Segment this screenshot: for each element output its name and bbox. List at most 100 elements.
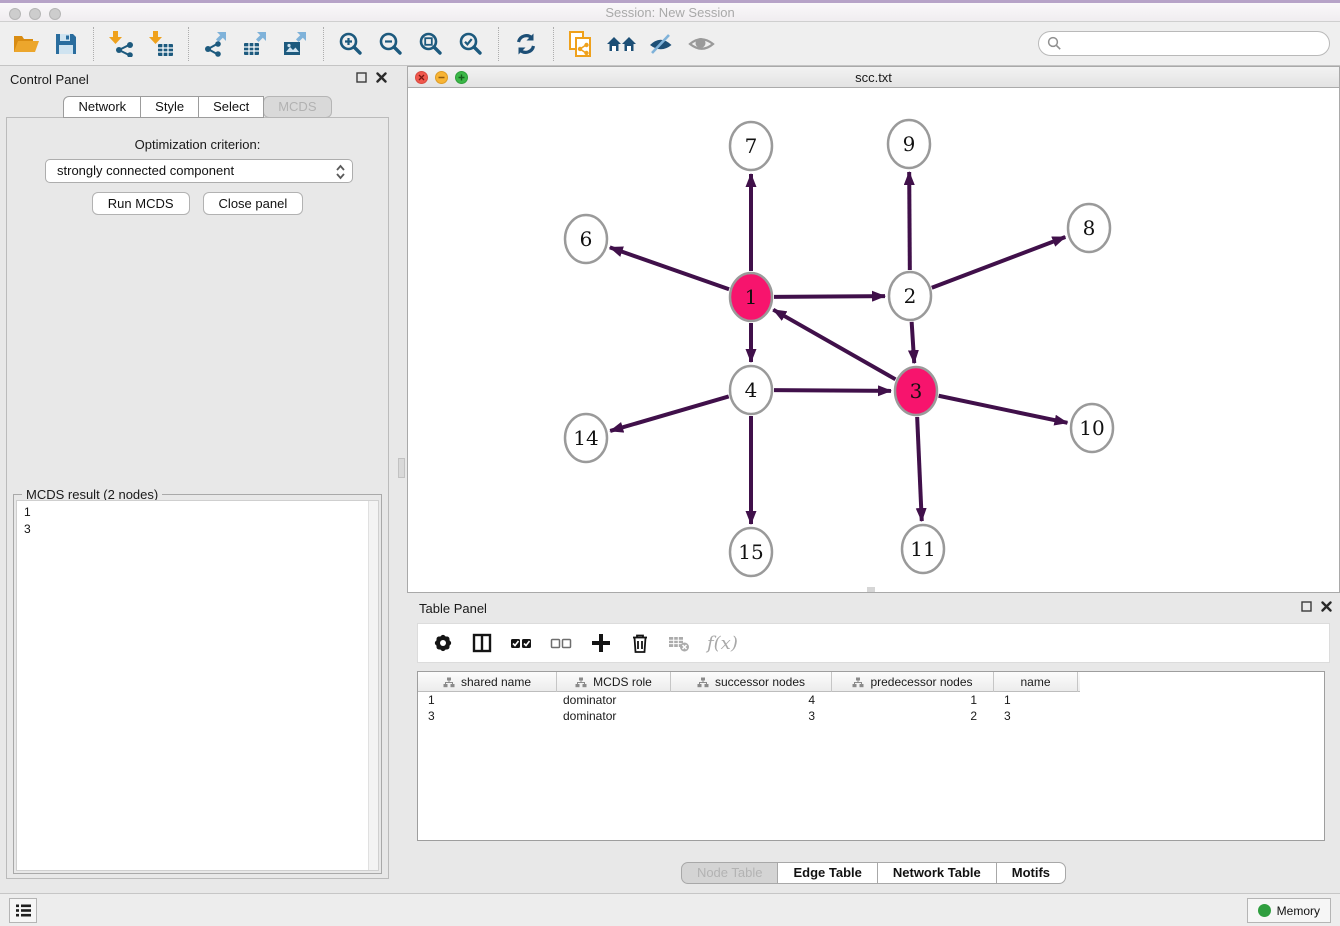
graph-edge-3-10[interactable] (939, 396, 1068, 423)
graph-edge-3-1[interactable] (773, 310, 895, 380)
table-settings-icon[interactable] (432, 632, 454, 654)
tab-edge-table[interactable]: Edge Table (777, 862, 877, 884)
close-panel-icon[interactable] (376, 72, 387, 83)
graph-edge-1-6[interactable] (610, 247, 729, 289)
close-table-panel-icon[interactable] (1321, 601, 1332, 612)
criterion-value: strongly connected component (57, 163, 234, 178)
add-column-icon[interactable] (590, 632, 612, 654)
graph-node-label: 11 (910, 537, 935, 561)
criterion-select[interactable]: strongly connected component (45, 159, 353, 183)
column-header-predecessor-nodes[interactable]: predecessor nodes (832, 672, 994, 692)
graph-node-label: 3 (910, 379, 923, 403)
column-tree-icon (443, 677, 455, 688)
network-view-window: scc.txt 7968124314101511 (407, 66, 1340, 593)
split-pane-handle[interactable] (867, 587, 875, 592)
delete-table-icon[interactable] (668, 633, 690, 653)
graph-edge-2-8[interactable] (932, 237, 1066, 288)
search-icon (1047, 36, 1062, 51)
hide-graphics-details-icon[interactable] (641, 25, 681, 63)
split-columns-icon[interactable] (471, 632, 493, 654)
apply-function-icon[interactable]: f(x) (707, 633, 738, 654)
toolbar-separator (553, 27, 554, 61)
table-cell: 4 (671, 692, 832, 708)
column-header-successor-nodes[interactable]: successor nodes (671, 672, 832, 692)
graph-node-label: 1 (745, 285, 758, 309)
graph-node-label: 6 (580, 227, 593, 251)
network-graph[interactable]: 7968124314101511 (408, 88, 1339, 592)
node-table[interactable]: shared nameMCDS rolesuccessor nodesprede… (417, 671, 1325, 841)
network-view-title: scc.txt (408, 70, 1339, 85)
table-row[interactable]: 3dominator323 (418, 708, 1324, 724)
tab-style[interactable]: Style (140, 96, 199, 118)
table-panel-title: Table Panel (419, 601, 487, 616)
column-header-MCDS-role[interactable]: MCDS role (557, 672, 671, 692)
show-log-button[interactable] (9, 898, 37, 923)
deselect-all-check-icon[interactable] (550, 633, 573, 653)
mcds-panel-body: Optimization criterion: strongly connect… (6, 117, 389, 879)
float-table-panel-icon[interactable] (1301, 601, 1312, 612)
graph-edge-4-14[interactable] (610, 396, 729, 430)
graph-edge-3-11[interactable] (917, 417, 922, 521)
panel-divider-handle[interactable] (398, 458, 405, 478)
show-network-overview-icon[interactable] (601, 25, 641, 63)
zoom-in-icon[interactable] (331, 25, 371, 63)
save-session-icon[interactable] (46, 25, 86, 63)
control-panel-header: Control Panel (0, 66, 395, 94)
graph-edge-1-2[interactable] (774, 296, 885, 297)
show-graphics-details-icon[interactable] (681, 25, 721, 63)
graph-edge-2-3[interactable] (912, 322, 915, 363)
open-session-icon[interactable] (6, 25, 46, 63)
tab-select[interactable]: Select (198, 96, 264, 118)
tab-motifs[interactable]: Motifs (996, 862, 1066, 884)
zoom-out-icon[interactable] (371, 25, 411, 63)
graph-node-label: 8 (1083, 216, 1096, 240)
delete-column-icon[interactable] (629, 632, 651, 654)
export-table-icon[interactable] (236, 25, 276, 63)
column-header-shared-name[interactable]: shared name (418, 672, 557, 692)
zoom-fit-icon[interactable] (411, 25, 451, 63)
import-table-icon[interactable] (141, 25, 181, 63)
refresh-view-icon[interactable] (506, 25, 546, 63)
result-scrollbar[interactable] (368, 501, 378, 870)
tab-node-table[interactable]: Node Table (681, 862, 779, 884)
column-header-name[interactable]: name (994, 672, 1078, 692)
graph-node-label: 4 (745, 378, 758, 402)
tab-network-table[interactable]: Network Table (877, 862, 997, 884)
optimization-criterion-label: Optimization criterion: (7, 137, 388, 152)
clone-network-icon[interactable] (561, 25, 601, 63)
column-tree-icon (697, 677, 709, 688)
search-input[interactable] (1038, 31, 1330, 56)
table-cell: 3 (418, 708, 557, 724)
mcds-result-group: MCDS result (2 nodes) 1 3 (13, 494, 382, 874)
mcds-result-textarea[interactable]: 1 3 (16, 500, 379, 871)
float-panel-icon[interactable] (356, 72, 367, 83)
import-network-icon[interactable] (101, 25, 141, 63)
graph-node-label: 10 (1079, 416, 1104, 440)
control-panel-tabs: Network Style Select MCDS (0, 96, 395, 118)
network-canvas[interactable]: 7968124314101511 (408, 88, 1339, 592)
graph-edge-2-9[interactable] (909, 172, 910, 270)
tab-network[interactable]: Network (63, 96, 141, 118)
status-bar: Memory (0, 893, 1340, 926)
graph-edge-4-3[interactable] (774, 390, 891, 391)
table-row[interactable]: 1dominator411 (418, 692, 1324, 708)
column-tree-icon (575, 677, 587, 688)
export-network-icon[interactable] (196, 25, 236, 63)
select-stepper-icon (334, 163, 347, 188)
export-image-icon[interactable] (276, 25, 316, 63)
memory-button[interactable]: Memory (1247, 898, 1331, 923)
toolbar-separator (93, 27, 94, 61)
application-window: Session: New Session (0, 0, 1340, 926)
close-panel-button[interactable]: Close panel (203, 192, 304, 215)
list-icon (15, 903, 32, 918)
toolbar-separator (498, 27, 499, 61)
table-header-row: shared nameMCDS rolesuccessor nodesprede… (418, 672, 1080, 692)
select-all-check-icon[interactable] (510, 633, 533, 653)
column-tree-icon (852, 677, 864, 688)
network-window-titlebar[interactable]: scc.txt (408, 67, 1339, 88)
toolbar-separator (323, 27, 324, 61)
graph-node-label: 14 (573, 426, 598, 450)
zoom-selected-icon[interactable] (451, 25, 491, 63)
run-mcds-button[interactable]: Run MCDS (92, 192, 190, 215)
tab-mcds[interactable]: MCDS (263, 96, 331, 118)
